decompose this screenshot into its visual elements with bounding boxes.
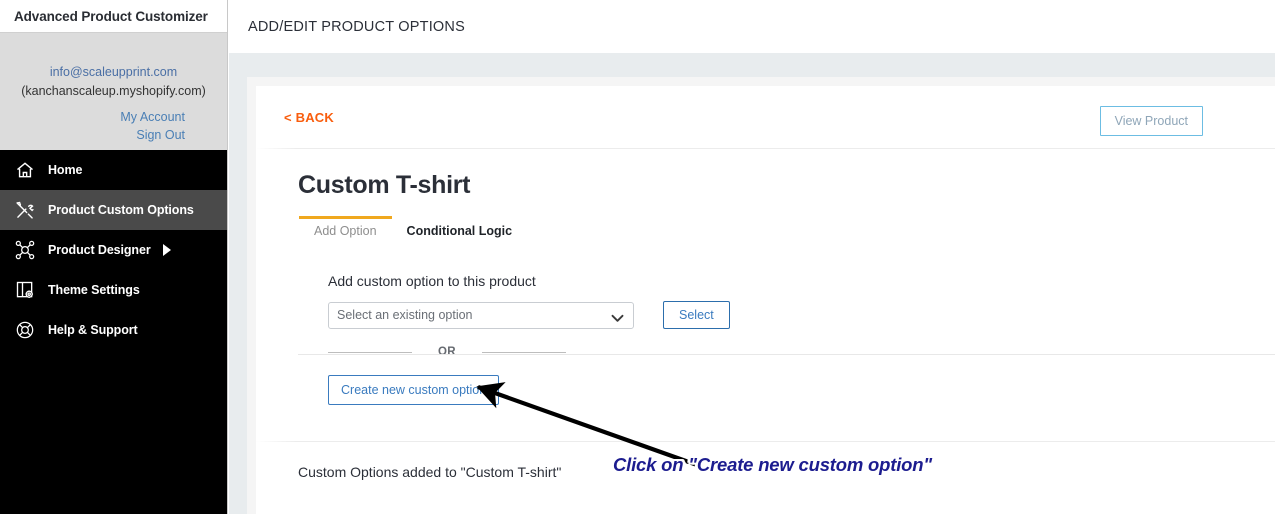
or-divider: OR xyxy=(328,346,578,358)
select-wrapper: Select an existing option xyxy=(328,301,634,329)
sidebar-item-label: Theme Settings xyxy=(48,283,140,297)
app-root: Advanced Product Customizer info@scaleup… xyxy=(0,0,1275,514)
form-heading: Add custom option to this product xyxy=(328,273,536,289)
product-title: Custom T-shirt xyxy=(298,171,471,199)
account-block: info@scaleupprint.com (kanchanscaleup.my… xyxy=(0,33,227,150)
account-email: info@scaleupprint.com xyxy=(49,65,178,79)
chevron-right-icon xyxy=(162,244,171,256)
sidebar-item-label: Home xyxy=(48,163,83,177)
tab-bar: Add Option Conditional Logic xyxy=(299,216,1275,247)
card-toolbar: < BACK View Product xyxy=(256,86,1275,148)
tab-underline xyxy=(298,354,1275,355)
brand-title: Advanced Product Customizer xyxy=(14,8,208,24)
tab-conditional-logic[interactable]: Conditional Logic xyxy=(392,216,528,247)
sidebar-item-label: Help & Support xyxy=(48,323,138,337)
sidebar-item-help-support[interactable]: Help & Support xyxy=(0,310,227,350)
sidebar: Advanced Product Customizer info@scaleup… xyxy=(0,0,228,514)
sign-out-link[interactable]: Sign Out xyxy=(0,128,185,142)
sidebar-item-label: Product Designer xyxy=(48,243,151,257)
sidebar-item-home[interactable]: Home xyxy=(0,150,227,190)
select-row: Select an existing option Select xyxy=(328,301,1275,329)
sidebar-item-product-custom-options[interactable]: Product Custom Options xyxy=(0,190,227,230)
my-account-link[interactable]: My Account xyxy=(0,110,185,124)
tab-add-option[interactable]: Add Option xyxy=(299,216,392,247)
tools-icon xyxy=(14,199,36,221)
main-region: ADD/EDIT PRODUCT OPTIONS < BACK View Pro… xyxy=(229,0,1275,514)
home-icon xyxy=(14,159,36,181)
content-card-outer: < BACK View Product Custom T-shirt Add O… xyxy=(247,77,1275,514)
theme-settings-icon xyxy=(14,279,36,301)
add-option-form: Add custom option to this product Select… xyxy=(256,247,1275,405)
select-button[interactable]: Select xyxy=(663,301,730,329)
account-links: My Account Sign Out xyxy=(0,110,217,142)
or-line-right xyxy=(481,351,566,353)
page-header: ADD/EDIT PRODUCT OPTIONS xyxy=(229,0,1275,53)
content-card: < BACK View Product Custom T-shirt Add O… xyxy=(256,86,1275,514)
added-options-section: Custom Options added to "Custom T-shirt" xyxy=(256,442,1275,480)
added-options-label: Custom Options added to "Custom T-shirt" xyxy=(298,464,562,480)
sidebar-item-product-designer[interactable]: Product Designer xyxy=(0,230,227,270)
brand-bar: Advanced Product Customizer xyxy=(0,0,227,33)
designer-icon xyxy=(14,239,36,261)
view-product-button[interactable]: View Product xyxy=(1099,106,1203,136)
section-divider-zone: Custom Options added to "Custom T-shirt" xyxy=(256,441,1275,480)
or-label: OR xyxy=(438,346,456,358)
account-shop-domain: (kanchanscaleup.myshopify.com) xyxy=(21,84,206,98)
sidebar-nav: Home Product Custom Options Product Desi… xyxy=(0,150,227,350)
existing-option-select[interactable]: Select an existing option xyxy=(328,301,634,329)
or-line-left xyxy=(328,351,412,353)
content-background: < BACK View Product Custom T-shirt Add O… xyxy=(229,53,1275,514)
lifebuoy-icon xyxy=(14,319,36,341)
create-new-custom-option-button[interactable]: Create new custom option xyxy=(328,375,500,405)
back-link[interactable]: < BACK xyxy=(284,110,334,125)
page-title: ADD/EDIT PRODUCT OPTIONS xyxy=(248,18,465,35)
sidebar-item-label: Product Custom Options xyxy=(48,203,194,217)
sidebar-item-theme-settings[interactable]: Theme Settings xyxy=(0,270,227,310)
title-zone: Custom T-shirt Add Option Conditional Lo… xyxy=(256,149,1275,247)
